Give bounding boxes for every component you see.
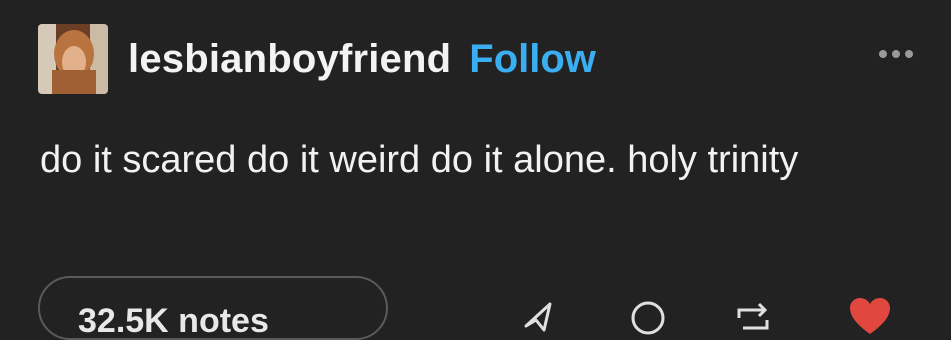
more-dots-icon <box>905 50 913 58</box>
share-icon <box>524 302 552 332</box>
username[interactable]: lesbianboyfriend <box>128 39 451 79</box>
reply-button[interactable] <box>628 296 668 336</box>
heart-icon <box>850 298 890 334</box>
follow-button[interactable]: Follow <box>469 39 596 79</box>
reply-icon <box>631 301 665 335</box>
post-header: lesbianboyfriend Follow <box>38 24 596 94</box>
reblog-icon <box>737 302 769 330</box>
post-footer: 32.5K notes <box>38 276 913 340</box>
reblog-button[interactable] <box>733 296 773 336</box>
notes-count: 32.5K notes <box>78 302 269 340</box>
more-options-button[interactable] <box>879 50 913 58</box>
like-button[interactable] <box>848 296 890 336</box>
post-card: lesbianboyfriend Follow do it scared do … <box>0 0 951 340</box>
more-dots-icon <box>892 50 900 58</box>
share-button[interactable] <box>518 296 558 336</box>
avatar-image <box>38 24 108 94</box>
post-text: do it scared do it weird do it alone. ho… <box>40 139 799 181</box>
notes-button[interactable]: 32.5K notes <box>38 276 388 340</box>
avatar[interactable] <box>38 24 108 94</box>
more-dots-icon <box>879 50 887 58</box>
